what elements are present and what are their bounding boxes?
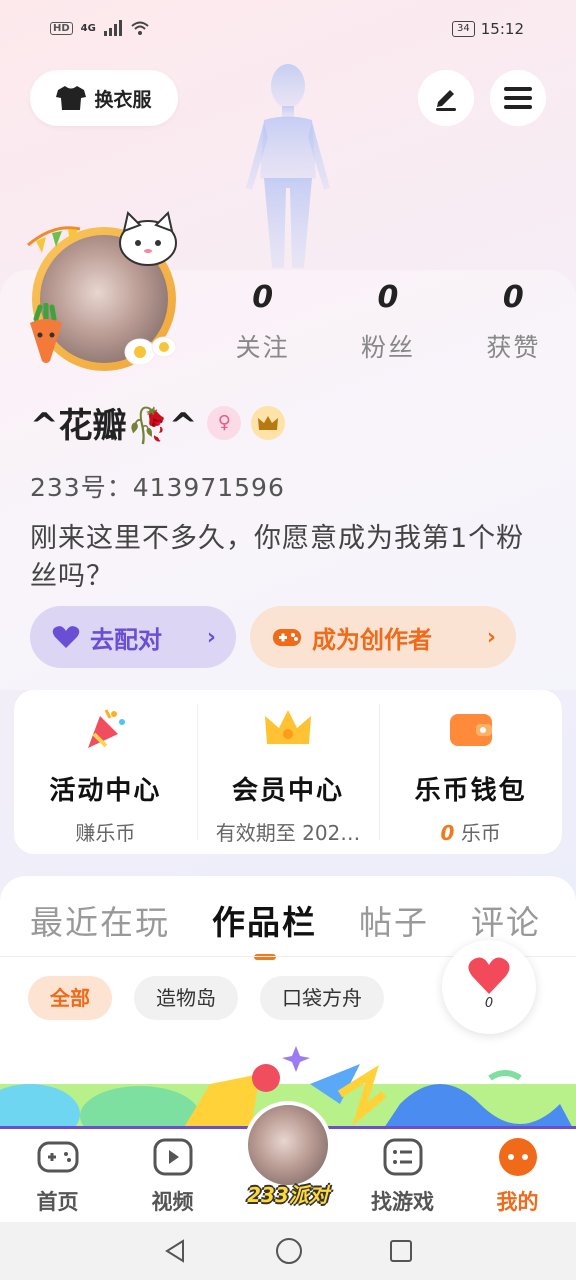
user-bio: 刚来这里不多久，你愿意成为我第1个粉丝吗？ — [30, 523, 525, 592]
gamepad-icon — [273, 629, 301, 646]
crown-icon[interactable] — [251, 405, 286, 440]
stat-value: 0 — [377, 280, 399, 315]
status-bar: HD 4G 34 15:12 — [0, 0, 576, 60]
profile-stats: 0 关注 0 粉丝 0 获赞 — [200, 280, 576, 364]
chip-creation-island[interactable]: 造物岛 — [134, 976, 238, 1020]
activity-center[interactable]: 活动中心 赚乐币 — [14, 690, 197, 854]
like-count: 0 — [484, 996, 494, 1011]
tab-recent-played[interactable]: 最近在玩 — [30, 896, 170, 944]
profile-tabs: 最近在玩 作品栏 帖子 评论 — [30, 896, 541, 960]
tshirt-icon — [56, 86, 87, 110]
stat-label: 粉丝 — [360, 333, 415, 362]
profile-icon — [498, 1138, 537, 1176]
service-subtitle: 0 乐币 — [379, 817, 562, 846]
chevron-right-icon: › — [486, 624, 496, 650]
nav-home[interactable]: 首页 — [0, 1129, 115, 1222]
bottom-nav: 首页 视频 233派对 找游戏 我的 — [0, 1101, 576, 1222]
nav-label: 找游戏 — [371, 1190, 434, 1214]
service-subtitle: 有效期至 202… — [215, 821, 361, 845]
pencil-icon — [436, 90, 456, 111]
tab-comments[interactable]: 评论 — [471, 896, 541, 944]
nav-party[interactable]: 233派对 — [230, 1101, 345, 1222]
coin-unit: 乐币 — [460, 821, 501, 845]
stat-likes[interactable]: 0 获赞 — [451, 280, 576, 364]
menu-button[interactable] — [490, 70, 546, 126]
egg-decoration-icon — [124, 336, 177, 366]
stat-value: 0 — [252, 280, 274, 315]
list-icon — [383, 1138, 422, 1176]
vip-center[interactable]: 会员中心 有效期至 202… — [196, 690, 380, 854]
nickname: ^花瓣🥀^ — [30, 406, 198, 446]
service-subtitle: 赚乐币 — [75, 821, 136, 845]
user-avatar[interactable] — [24, 211, 184, 371]
nav-label: 233派对 — [247, 1183, 329, 1207]
system-nav-bar — [0, 1222, 576, 1280]
recents-icon[interactable] — [389, 1239, 413, 1263]
match-button[interactable]: 去配对 › — [30, 606, 236, 668]
hd-badge: HD — [50, 21, 73, 35]
clock: 15:12 — [480, 20, 524, 38]
match-label: 去配对 — [90, 625, 162, 654]
menu-icon — [504, 87, 532, 109]
wifi-icon — [131, 21, 149, 35]
stat-following[interactable]: 0 关注 — [200, 280, 325, 364]
stat-value: 0 — [502, 280, 524, 315]
crown-icon — [265, 710, 311, 744]
home-icon[interactable] — [275, 1237, 303, 1265]
character-model[interactable] — [228, 58, 348, 268]
carrot-decoration-icon — [30, 303, 62, 363]
nav-label: 我的 — [496, 1190, 539, 1214]
edit-profile-button[interactable] — [418, 70, 474, 126]
nav-find-games[interactable]: 找游戏 — [345, 1129, 460, 1222]
battery-icon: 34 — [452, 21, 475, 37]
heart-icon — [52, 626, 80, 648]
stat-label: 关注 — [235, 333, 290, 362]
bunting-decoration-icon — [27, 226, 81, 253]
filter-chips: 全部 造物岛 口袋方舟 — [28, 976, 384, 1020]
nav-label: 首页 — [36, 1190, 79, 1214]
nav-label: 视频 — [151, 1190, 194, 1214]
chip-all[interactable]: 全部 — [28, 976, 112, 1020]
dress-up-label: 换衣服 — [94, 88, 152, 111]
heart-icon — [468, 957, 510, 994]
nav-video[interactable]: 视频 — [115, 1129, 230, 1222]
chip-pocket-ark[interactable]: 口袋方舟 — [260, 976, 384, 1020]
become-creator-label: 成为创作者 — [312, 625, 432, 654]
wallet-icon — [449, 714, 492, 746]
nav-me[interactable]: 我的 — [460, 1129, 575, 1222]
female-icon: ♀ — [207, 405, 242, 440]
service-title: 活动中心 — [49, 776, 162, 806]
signal-icon — [103, 20, 122, 36]
chevron-right-icon: › — [206, 624, 216, 650]
like-float-button[interactable]: 0 — [442, 940, 536, 1034]
stat-fans[interactable]: 0 粉丝 — [325, 280, 450, 364]
back-icon[interactable] — [163, 1238, 189, 1264]
service-title: 会员中心 — [232, 776, 345, 806]
stat-label: 获赞 — [486, 333, 541, 362]
party-popper-icon — [88, 709, 126, 748]
services-panel: 活动中心 赚乐币 会员中心 有效期至 202… 乐币钱包 0 乐币 — [14, 690, 562, 854]
coin-balance: 0 — [440, 821, 455, 845]
user-id[interactable]: 233号：413971596 — [30, 468, 285, 504]
service-title: 乐币钱包 — [414, 776, 527, 806]
nickname-row: ^花瓣🥀^ ♀ — [30, 398, 286, 447]
party-avatar — [244, 1101, 332, 1189]
gamepad-icon — [37, 1141, 78, 1173]
tab-posts[interactable]: 帖子 — [359, 896, 429, 944]
cat-decoration-icon — [119, 211, 177, 266]
tab-works[interactable]: 作品栏 — [212, 896, 317, 960]
play-icon — [153, 1138, 192, 1176]
become-creator-button[interactable]: 成为创作者 › — [250, 606, 516, 668]
dress-up-button[interactable]: 换衣服 — [30, 70, 178, 126]
coin-wallet[interactable]: 乐币钱包 0 乐币 — [379, 690, 562, 854]
network-type: 4G — [80, 22, 96, 34]
